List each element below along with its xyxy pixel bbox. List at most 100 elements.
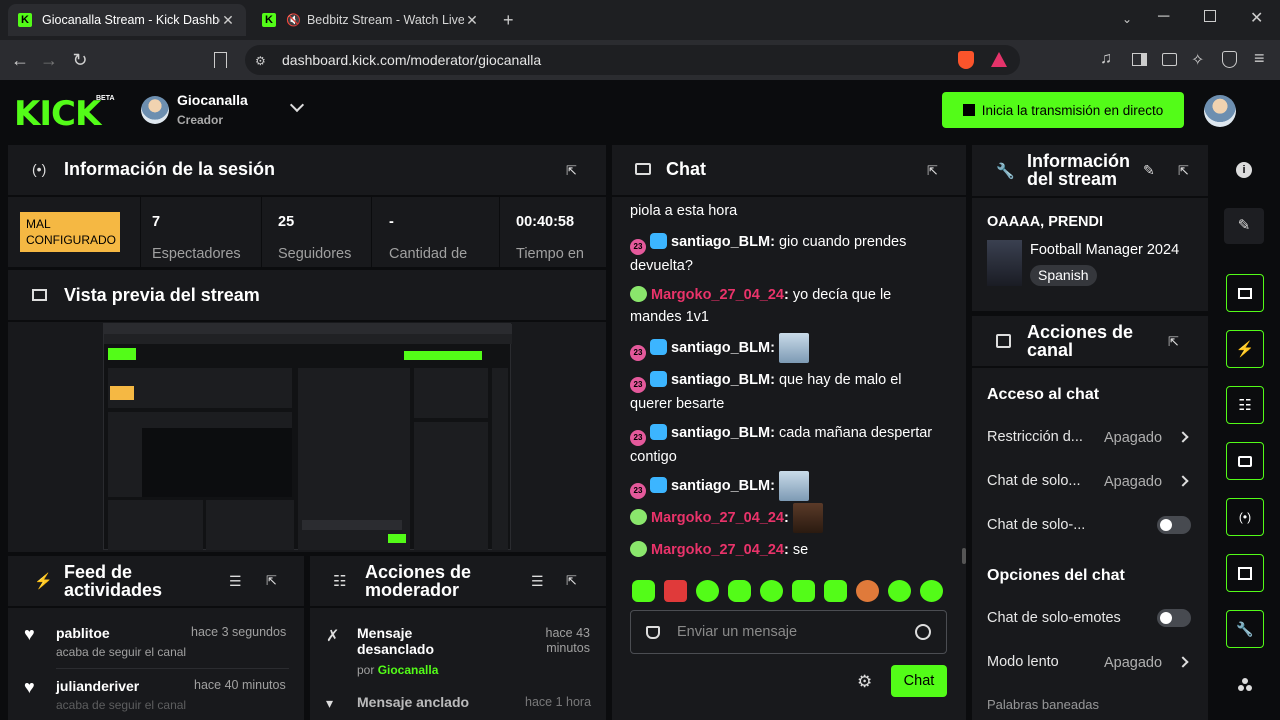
chat-input-placeholder[interactable]: Enviar un mensaje [677,624,797,640]
activity-tool-button[interactable]: ⚡ [1226,330,1264,368]
moderator-badge-icon [650,233,667,249]
tab-giocanalla-dashboard[interactable]: K Giocanalla Stream - Kick Dashboard ✕ [8,4,246,36]
edit-pencil-icon[interactable]: ✎ [1143,162,1155,179]
stream-category[interactable]: Football Manager 2024 [1030,242,1179,258]
emote-laugh-icon[interactable] [824,580,847,602]
sidebar-toggle-icon[interactable] [1132,53,1147,66]
emote-grin-icon[interactable] [792,580,815,602]
followers-only-label[interactable]: Chat de solo... [987,473,1081,489]
preview-tool-button[interactable] [1226,274,1264,312]
media-icon[interactable]: ♫ [1100,50,1112,68]
emote-image[interactable] [778,471,809,501]
wrench-icon: 🔧 [1236,620,1254,637]
chat-icon [1238,455,1252,467]
brave-shield-icon[interactable] [958,51,974,69]
divider [8,320,606,322]
chat-username[interactable]: Margoko_27_04_24 [651,287,784,303]
emote-sleepy-icon[interactable] [728,580,751,602]
chat-username[interactable]: santiago_BLM [671,425,770,441]
restriction-setting-value[interactable]: Apagado [1104,430,1162,446]
muted-speaker-icon[interactable]: 🔇 [286,13,301,27]
emote-quick-bar [632,580,946,604]
go-live-button[interactable]: Inicia la transmisión en directo [942,92,1184,128]
emote-image[interactable] [778,333,809,363]
more-tools-icon[interactable] [1237,677,1253,693]
emote-kickface-icon[interactable] [632,580,655,602]
edit-pencil-icon[interactable]: ✎ [1224,208,1264,244]
tab-list-chevron-icon[interactable]: ⌄ [1122,12,1132,26]
chat-username[interactable]: santiago_BLM [671,340,770,356]
popout-icon[interactable]: ⇱ [1178,163,1189,179]
popout-icon[interactable]: ⇱ [1168,334,1179,350]
send-chat-button[interactable]: Chat [891,665,947,697]
minimize-icon[interactable]: ─ [1158,8,1169,26]
popout-icon[interactable]: ⇱ [266,573,277,589]
vpn-icon[interactable] [1222,51,1237,68]
filter-icon[interactable]: ☰ [229,573,242,590]
emote-image[interactable] [792,503,823,533]
brave-rewards-icon[interactable] [991,52,1007,67]
chat-username[interactable]: santiago_BLM [671,372,770,388]
kick-logo[interactable]: KICK [14,94,101,134]
reload-icon[interactable]: ↻ [68,48,92,72]
channel-name: Giocanalla [177,92,248,108]
stream-info-tool-button[interactable]: 🔧 [1226,610,1264,648]
stream-preview-video[interactable] [103,323,512,550]
menu-icon[interactable]: ≡ [1254,48,1265,69]
restriction-setting-label[interactable]: Restricción d... [987,429,1083,445]
popout-icon[interactable]: ⇱ [927,163,938,179]
chat-settings-gear-icon[interactable]: ⚙ [857,672,872,692]
chat-message: Margoko_27_04_24: yo decía que le mandes… [630,286,892,325]
leo-ai-icon[interactable]: ✧ [1191,50,1204,70]
emote-shocked-icon[interactable] [696,580,719,602]
popout-icon[interactable]: ⇱ [566,573,577,589]
activity-user[interactable]: pablitoe [56,625,110,641]
slow-mode-label[interactable]: Modo lento [987,654,1059,670]
lightning-icon: ⚡ [1235,341,1255,358]
site-info-icon[interactable]: ⚙ [255,54,266,68]
banned-words-label[interactable]: Palabras baneadas [987,697,1099,712]
emotes-only-toggle[interactable] [1157,609,1191,627]
info-icon[interactable]: i [1236,162,1252,178]
chat-username[interactable]: santiago_BLM [671,478,770,494]
slow-mode-value[interactable]: Apagado [1104,655,1162,671]
user-avatar[interactable] [1204,95,1236,127]
chat-username[interactable]: Margoko_27_04_24 [651,542,784,558]
wallet-icon[interactable] [1162,53,1177,66]
channel-actions-tool-button[interactable] [1226,554,1264,592]
window-close-icon[interactable]: ✕ [1250,8,1263,28]
close-tab-icon[interactable]: ✕ [220,12,236,29]
bookmark-icon[interactable] [214,52,227,68]
emote-angry-icon[interactable] [664,580,687,602]
tab-bedbitz-stream[interactable]: K 🔇 Bedbitz Stream - Watch Live on Kick … [252,4,490,36]
mod-actions-tool-button[interactable]: ☷ [1226,386,1264,424]
emote-love-icon[interactable] [920,580,943,602]
chat-username[interactable]: santiago_BLM [671,234,770,250]
mod-action-by: por Giocanalla [357,663,439,677]
emote-mouth-icon[interactable] [856,580,879,602]
filter-icon[interactable]: ☰ [531,573,544,590]
url-text[interactable]: dashboard.kick.com/moderator/giocanalla [282,52,541,68]
emoji-picker-icon[interactable] [915,624,931,640]
avatar[interactable] [141,96,169,124]
back-icon[interactable]: ← [8,48,32,72]
mod-action-name: Mensaje anclado [357,694,470,710]
new-tab-icon[interactable]: + [503,10,514,31]
forward-icon[interactable]: → [37,48,61,72]
emote-cool-icon[interactable] [888,580,911,602]
activity-user[interactable]: julianderiver [56,678,139,694]
popout-icon[interactable]: ⇱ [566,163,577,179]
heart-icon: ♥ [24,677,35,697]
chat-tool-button[interactable] [1226,442,1264,480]
chat-username[interactable]: Margoko_27_04_24 [651,510,784,526]
shield-icon[interactable] [646,626,660,639]
emote-smile-icon[interactable] [760,580,783,602]
subscribers-only-toggle[interactable] [1157,516,1191,534]
mod-action-time: hace 43 minutos [545,626,590,655]
close-tab-icon[interactable]: ✕ [464,12,480,29]
moderator-name[interactable]: Giocanalla [378,663,439,677]
restore-icon[interactable] [1204,10,1216,22]
followers-only-value[interactable]: Apagado [1104,474,1162,490]
chat-scrollbar[interactable] [962,548,966,564]
session-tool-button[interactable]: (•) [1226,498,1264,536]
